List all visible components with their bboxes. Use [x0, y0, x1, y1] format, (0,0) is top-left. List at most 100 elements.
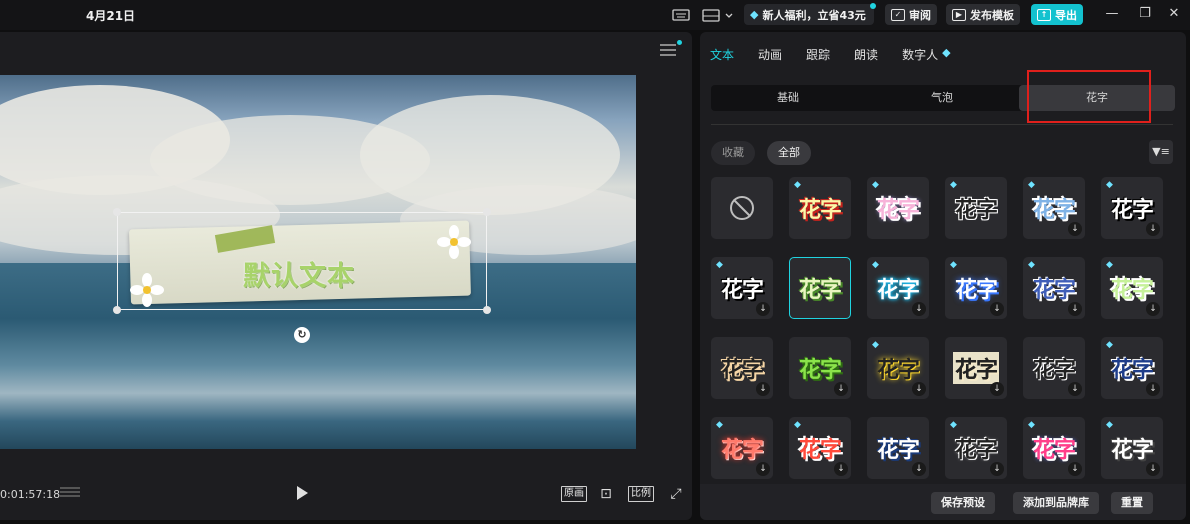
preset-preview-text: 花字 [798, 198, 842, 223]
download-icon[interactable]: ↓ [1146, 462, 1160, 476]
tab-text[interactable]: 文本 [710, 46, 734, 63]
tab-animation[interactable]: 动画 [758, 46, 782, 63]
player-menu-icon[interactable] [660, 44, 676, 56]
text-selection-box[interactable] [117, 212, 487, 310]
fancy-text-preset-tile[interactable]: 花字 ◆ ↓ [789, 417, 851, 479]
diamond-icon: ◆ [950, 180, 957, 190]
resize-handle[interactable] [483, 306, 491, 314]
reset-button[interactable]: 重置 [1111, 492, 1153, 514]
download-icon[interactable]: ↓ [756, 382, 770, 396]
panel-footer: 保存预设 添加到品牌库 重置 [700, 484, 1186, 520]
save-preset-button[interactable]: 保存预设 [931, 492, 995, 514]
download-icon[interactable]: ↓ [1146, 222, 1160, 236]
notification-dot [870, 3, 876, 9]
resize-handle[interactable] [113, 306, 121, 314]
download-icon[interactable]: ↓ [990, 302, 1004, 316]
subtab-basic[interactable]: 基础 [711, 85, 865, 111]
preset-preview-text: 花字 [720, 278, 764, 303]
preset-preview-text: 花字 [954, 198, 998, 223]
preview-player: 默认文本 ↻ 0:01:57:18 原画 ⊡ 比例 ⤢ [0, 32, 692, 520]
fancy-text-preset-tile[interactable]: 花字 ◆ ↓ [1023, 417, 1085, 479]
download-icon[interactable]: ↓ [756, 302, 770, 316]
fancy-text-preset-tile[interactable]: 花字 ◆ ↓ [1101, 417, 1163, 479]
subtab-bubble[interactable]: 气泡 [865, 85, 1019, 111]
download-icon[interactable]: ↓ [1146, 382, 1160, 396]
fancy-text-preset-tile[interactable]: 花字 ◆ [789, 177, 851, 239]
download-icon[interactable]: ↓ [756, 462, 770, 476]
preset-preview-text: 花字 [1032, 198, 1076, 223]
keyboard-icon[interactable] [671, 6, 691, 24]
preset-preview-text: 花字 [1032, 438, 1076, 463]
export-button[interactable]: ↑ 导出 [1031, 4, 1083, 25]
tab-digital-human[interactable]: 数字人 [902, 46, 938, 63]
fancy-text-preset-tile[interactable]: 花字 ◆ ↓ [1101, 257, 1163, 319]
close-icon[interactable]: ✕ [1165, 6, 1183, 21]
download-icon[interactable]: ↓ [912, 462, 926, 476]
fancy-text-preset-tile[interactable]: 花字 ◆ ↓ [1023, 257, 1085, 319]
fancy-text-preset-tile[interactable]: 花字 ◆ ↓ [945, 257, 1007, 319]
download-icon[interactable]: ↓ [1068, 302, 1082, 316]
review-button[interactable]: ✓ 审阅 [885, 4, 937, 25]
tab-tracking[interactable]: 跟踪 [806, 46, 830, 63]
chapters-icon[interactable] [60, 487, 80, 501]
download-icon[interactable]: ↓ [1068, 462, 1082, 476]
diamond-icon: ◆ [1106, 340, 1113, 350]
fancy-text-preset-tile[interactable]: 花字 ↓ [789, 337, 851, 399]
filter-icon[interactable]: ▼≡ [1149, 140, 1173, 164]
diamond-icon: ◆ [1028, 420, 1035, 430]
preset-preview-text: 花字 [798, 358, 842, 383]
download-icon[interactable]: ↓ [912, 382, 926, 396]
original-quality-button[interactable]: 原画 [561, 486, 587, 502]
highlight-box [1027, 70, 1151, 123]
resize-handle[interactable] [113, 208, 121, 216]
download-icon[interactable]: ↓ [1068, 382, 1082, 396]
diamond-icon: ◆ [1106, 260, 1113, 270]
aspect-ratio-button[interactable]: 比例 [628, 486, 654, 502]
fancy-text-preset-tile[interactable]: 花字 ◆ ↓ [867, 337, 929, 399]
new-user-promo-button[interactable]: ◆ 新人福利，立省43元 [744, 3, 876, 25]
all-filter[interactable]: 全部 [767, 141, 811, 165]
layout-icon[interactable] [702, 6, 736, 24]
fancy-text-preset-tile[interactable]: 花字 ◆ ↓ [1101, 337, 1163, 399]
play-icon[interactable] [297, 486, 308, 500]
focus-icon[interactable]: ⊡ [597, 485, 615, 503]
no-style-tile[interactable] [711, 177, 773, 239]
preset-preview-text: 花字 [798, 438, 842, 463]
download-icon[interactable]: ↓ [834, 462, 848, 476]
restore-icon[interactable]: ❐ [1136, 6, 1154, 21]
preset-preview-text: 花字 [876, 438, 920, 463]
rotate-icon[interactable]: ↻ [294, 327, 310, 343]
divider [711, 124, 1173, 125]
fancy-text-preset-tile[interactable]: 花字 ↓ [1023, 337, 1085, 399]
fancy-text-preset-tile[interactable]: 花字 ◆ [867, 177, 929, 239]
fancy-text-preset-tile[interactable]: 花字 ◆ ↓ [945, 417, 1007, 479]
timecode: 0:01:57:18 [0, 488, 61, 501]
diamond-icon: ◆ [1028, 260, 1035, 270]
download-icon[interactable]: ↓ [1146, 302, 1160, 316]
tab-read-aloud[interactable]: 朗读 [854, 46, 878, 63]
fancy-text-preset-tile[interactable]: 花字 ◆ ↓ [867, 257, 929, 319]
fancy-text-preset-tile[interactable]: 花字 [789, 257, 851, 319]
preset-preview-text: 花字 [720, 358, 764, 383]
export-label: 导出 [1055, 8, 1077, 22]
download-icon[interactable]: ↓ [834, 382, 848, 396]
fancy-text-preset-tile[interactable]: 花字 ◆ ↓ [711, 417, 773, 479]
publish-template-button[interactable]: ▶ 发布模板 [946, 4, 1020, 25]
fancy-text-preset-tile[interactable]: 花字 ↓ [945, 337, 1007, 399]
fancy-text-preset-tile[interactable]: 花字 ◆ ↓ [711, 257, 773, 319]
minimize-icon[interactable]: — [1103, 6, 1121, 21]
panel-tabs: 文本 动画 跟踪 朗读 数字人 ◆ [710, 46, 955, 63]
favorites-filter[interactable]: 收藏 [711, 141, 755, 165]
resize-handle[interactable] [483, 208, 491, 216]
fancy-text-preset-tile[interactable]: 花字 ◆ [945, 177, 1007, 239]
fancy-text-preset-tile[interactable]: 花字 ◆ ↓ [1023, 177, 1085, 239]
download-icon[interactable]: ↓ [990, 462, 1004, 476]
fancy-text-preset-tile[interactable]: 花字 ↓ [867, 417, 929, 479]
fancy-text-preset-tile[interactable]: 花字 ◆ ↓ [1101, 177, 1163, 239]
download-icon[interactable]: ↓ [1068, 222, 1082, 236]
fullscreen-icon[interactable]: ⤢ [667, 485, 685, 503]
download-icon[interactable]: ↓ [990, 382, 1004, 396]
download-icon[interactable]: ↓ [912, 302, 926, 316]
fancy-text-preset-tile[interactable]: 花字 ↓ [711, 337, 773, 399]
add-to-brand-button[interactable]: 添加到品牌库 [1013, 492, 1099, 514]
